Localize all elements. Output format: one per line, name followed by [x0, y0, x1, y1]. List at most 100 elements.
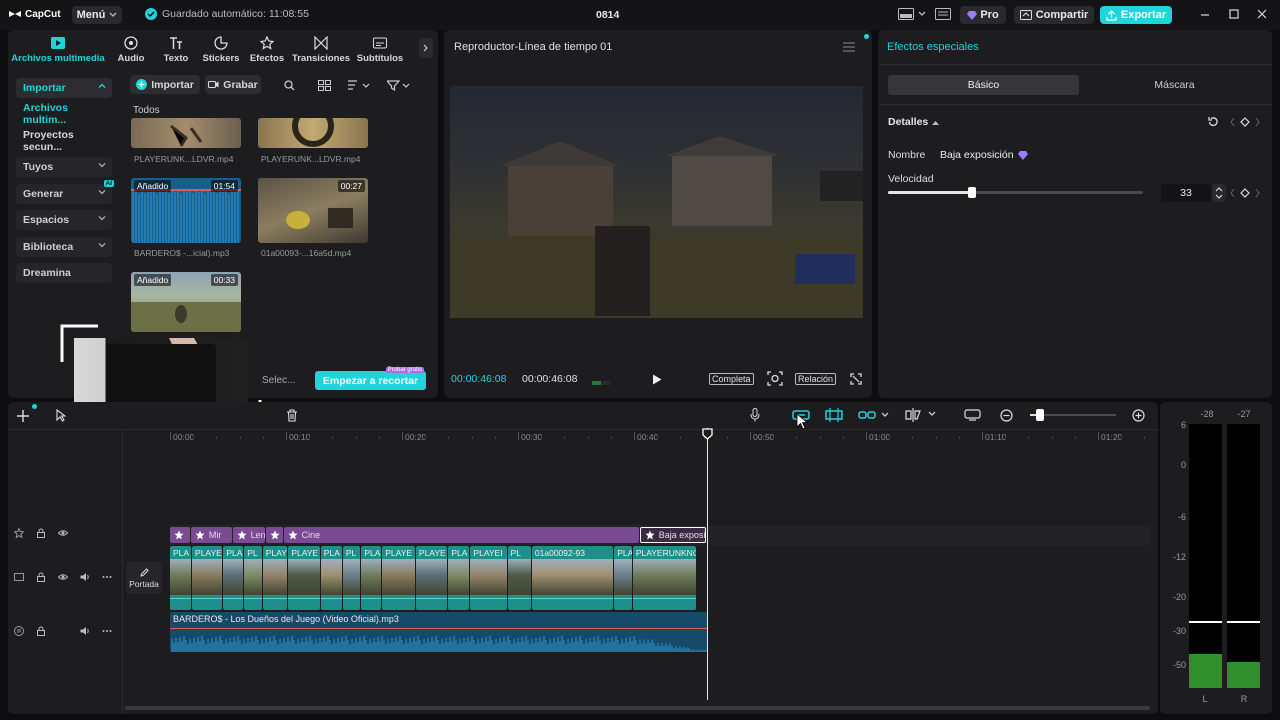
video-clip[interactable]: PLA	[614, 546, 632, 610]
lock-icon[interactable]	[36, 572, 46, 582]
share-button[interactable]: Compartir	[1014, 6, 1094, 24]
effect-clip[interactable]	[170, 527, 190, 543]
tab-transitions[interactable]: Transiciones	[292, 36, 350, 64]
tab-stickers[interactable]: Stickers	[201, 36, 241, 64]
import-button[interactable]: Importar	[130, 75, 200, 94]
details-section-toggle[interactable]: Detalles	[888, 116, 940, 128]
video-clip[interactable]: PLAYEI	[470, 546, 507, 610]
video-preview[interactable]	[450, 86, 863, 318]
sidebar-item-yours[interactable]: Tuyos	[16, 157, 112, 177]
lock-icon[interactable]	[36, 626, 46, 636]
microphone-icon[interactable]	[750, 408, 760, 422]
menu-button[interactable]: Menú	[72, 6, 122, 24]
keyframe-nav-icon[interactable]	[1230, 188, 1260, 198]
cover-button[interactable]: Portada	[126, 562, 162, 594]
screenshot-icon[interactable]	[767, 371, 783, 386]
video-clip[interactable]: PLA	[170, 546, 192, 610]
speaker-icon[interactable]	[80, 572, 90, 582]
fullscreen-icon[interactable]	[850, 373, 862, 385]
play-icon[interactable]	[652, 374, 662, 385]
media-thumb-video-3[interactable]: 00:27	[258, 178, 368, 243]
export-button[interactable]: Exportar	[1100, 6, 1172, 24]
aspect-ratio-button[interactable]: Relación	[795, 373, 837, 385]
reset-icon[interactable]	[1207, 116, 1219, 128]
video-clip[interactable]: PL	[507, 546, 531, 610]
zoom-in-icon[interactable]	[1132, 409, 1145, 422]
video-clip[interactable]: PL	[244, 546, 262, 610]
eye-icon[interactable]	[58, 572, 68, 582]
video-clip[interactable]: PLAYE	[382, 546, 415, 610]
sidebar-item-dreamina[interactable]: Dreamina	[16, 263, 112, 283]
shortcuts-icon[interactable]	[935, 8, 951, 20]
auto-snap-icon[interactable]	[825, 408, 843, 422]
video-clip[interactable]: PLAYE	[192, 546, 223, 610]
more-icon[interactable]	[102, 572, 112, 582]
zoom-slider-knob[interactable]	[1036, 409, 1044, 421]
tab-text[interactable]: Texto	[159, 36, 193, 64]
select-label[interactable]: Selec...	[262, 375, 295, 386]
speaker-icon[interactable]	[80, 626, 90, 636]
delete-icon[interactable]	[286, 409, 298, 422]
playhead-handle-icon[interactable]	[702, 428, 713, 440]
sort-icon[interactable]	[348, 80, 370, 91]
video-clip[interactable]: PLAYE	[262, 546, 288, 610]
replace-icon[interactable]	[964, 409, 981, 421]
keyframe-nav-icon[interactable]	[1230, 117, 1260, 127]
effect-clip[interactable]	[266, 527, 283, 543]
tab-basic[interactable]: Básico	[888, 75, 1079, 95]
sidebar-item-spaces[interactable]: Espacios	[16, 210, 112, 230]
tabs-scroll-right-button[interactable]	[419, 38, 433, 58]
preview-axis-icon[interactable]	[905, 408, 937, 422]
video-clip[interactable]: PLAYE	[415, 546, 448, 610]
search-icon[interactable]	[284, 80, 295, 91]
maximize-icon[interactable]	[1229, 9, 1239, 19]
video-clip[interactable]: PL	[342, 546, 361, 610]
sidebar-item-secondary-projects[interactable]: Proyectos secun...	[16, 129, 112, 153]
playhead[interactable]	[702, 428, 713, 700]
video-clip[interactable]: PLA	[223, 546, 244, 610]
audio-clip[interactable]: BARDERO$ - Los Dueños del Juego (Video O…	[170, 612, 708, 652]
sidebar-item-generate[interactable]: Generar AI	[16, 180, 114, 204]
media-thumb-audio[interactable]: Añadido 01:54	[131, 178, 241, 243]
add-track-icon[interactable]	[17, 410, 29, 422]
minimize-icon[interactable]	[1200, 10, 1210, 20]
timeline-scrollbar[interactable]	[125, 706, 1150, 710]
start-cut-button[interactable]: Empezar a recortar Probar gratis	[315, 367, 426, 390]
speed-value-input[interactable]: 33	[1161, 184, 1211, 202]
sidebar-item-library[interactable]: Biblioteca	[16, 237, 112, 257]
tab-media[interactable]: Archivos multimedia	[10, 36, 106, 64]
layout-button[interactable]	[898, 8, 926, 20]
effect-clip[interactable]: Mir	[190, 527, 232, 543]
sidebar-item-import[interactable]: Importar	[16, 78, 112, 98]
video-clip[interactable]: 01a00092-93	[531, 546, 614, 610]
record-button[interactable]: Grabar	[205, 75, 261, 94]
video-clip[interactable]: PLAYERUNKNO	[632, 546, 696, 610]
close-icon[interactable]	[1257, 9, 1267, 19]
effect-clip[interactable]: Len	[232, 527, 266, 543]
tab-audio[interactable]: Audio	[114, 36, 148, 64]
video-clip[interactable]: PLA	[320, 546, 342, 610]
media-thumb-video-4[interactable]: Añadido 00:33	[131, 272, 241, 332]
video-clip[interactable]: PLA	[448, 546, 470, 610]
linkage-icon[interactable]	[858, 409, 890, 421]
effect-clip[interactable]: Cine	[283, 527, 639, 543]
video-clip[interactable]: PLA	[361, 546, 382, 610]
full-quality-button[interactable]: Completa	[709, 373, 754, 385]
video-clip[interactable]: PLAYE	[288, 546, 320, 610]
media-thumb-1[interactable]	[131, 118, 241, 148]
sidebar-item-media-files[interactable]: Archivos multim...	[16, 102, 112, 126]
eye-icon[interactable]	[58, 528, 68, 538]
lock-icon[interactable]	[36, 528, 46, 538]
tab-effects[interactable]: Efectos	[247, 36, 287, 64]
speed-slider-track[interactable]	[888, 187, 1143, 198]
effect-clip[interactable]: Baja exposi	[639, 527, 707, 543]
speed-stepper[interactable]	[1212, 184, 1226, 202]
tab-subtitles[interactable]: Subtítulos	[355, 36, 405, 64]
speed-slider-knob[interactable]	[968, 187, 977, 198]
media-thumb-2[interactable]	[258, 118, 368, 148]
menu-icon[interactable]	[843, 42, 855, 52]
view-mode-icon[interactable]	[318, 80, 331, 91]
more-icon[interactable]	[102, 626, 112, 636]
pro-button[interactable]: Pro	[960, 6, 1006, 24]
zoom-out-icon[interactable]	[1000, 409, 1013, 422]
